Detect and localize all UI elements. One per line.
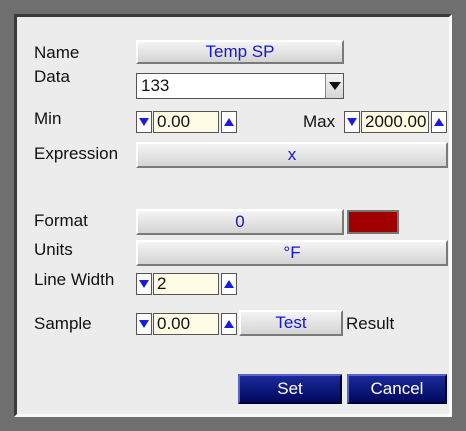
result-label: Result [346,314,395,333]
line-width-decrement-icon[interactable] [136,273,152,295]
format-label: Format [34,211,88,230]
line-width-field[interactable]: 2 [153,273,219,295]
expression-button[interactable]: x [136,142,448,168]
max-label: Max [303,112,336,131]
sample-label: Sample [34,314,92,333]
format-button[interactable]: 0 [136,209,344,235]
max-decrement-icon[interactable] [344,111,360,133]
test-button[interactable]: Test [239,310,343,336]
min-decrement-icon[interactable] [136,111,152,133]
data-dropdown[interactable]: 133 [136,73,344,99]
sample-decrement-icon[interactable] [136,313,152,335]
name-button[interactable]: Temp SP [136,40,344,64]
min-field[interactable]: 0.00 [153,111,219,133]
min-increment-icon[interactable] [221,111,237,133]
expression-label: Expression [34,144,119,163]
line-width-increment-icon[interactable] [221,273,237,295]
dialog-window: Name Temp SP Data 133 Min 0.00 Max 2000.… [0,0,466,431]
units-label: Units [34,240,73,259]
chevron-down-icon[interactable] [325,74,343,98]
line-width-label: Line Width [34,270,115,289]
max-field[interactable]: 2000.00 [361,111,429,133]
name-label: Name [34,43,80,62]
min-label: Min [34,109,62,128]
format-color-swatch[interactable] [347,210,399,234]
data-dropdown-value: 133 [141,76,170,95]
max-increment-icon[interactable] [431,111,447,133]
units-button[interactable]: °F [136,240,448,266]
cancel-button[interactable]: Cancel [347,374,447,404]
set-button[interactable]: Set [238,374,342,404]
sample-increment-icon[interactable] [221,313,237,335]
data-label: Data [34,67,70,86]
dialog-panel: Name Temp SP Data 133 Min 0.00 Max 2000.… [14,14,452,417]
sample-field[interactable]: 0.00 [153,313,219,335]
